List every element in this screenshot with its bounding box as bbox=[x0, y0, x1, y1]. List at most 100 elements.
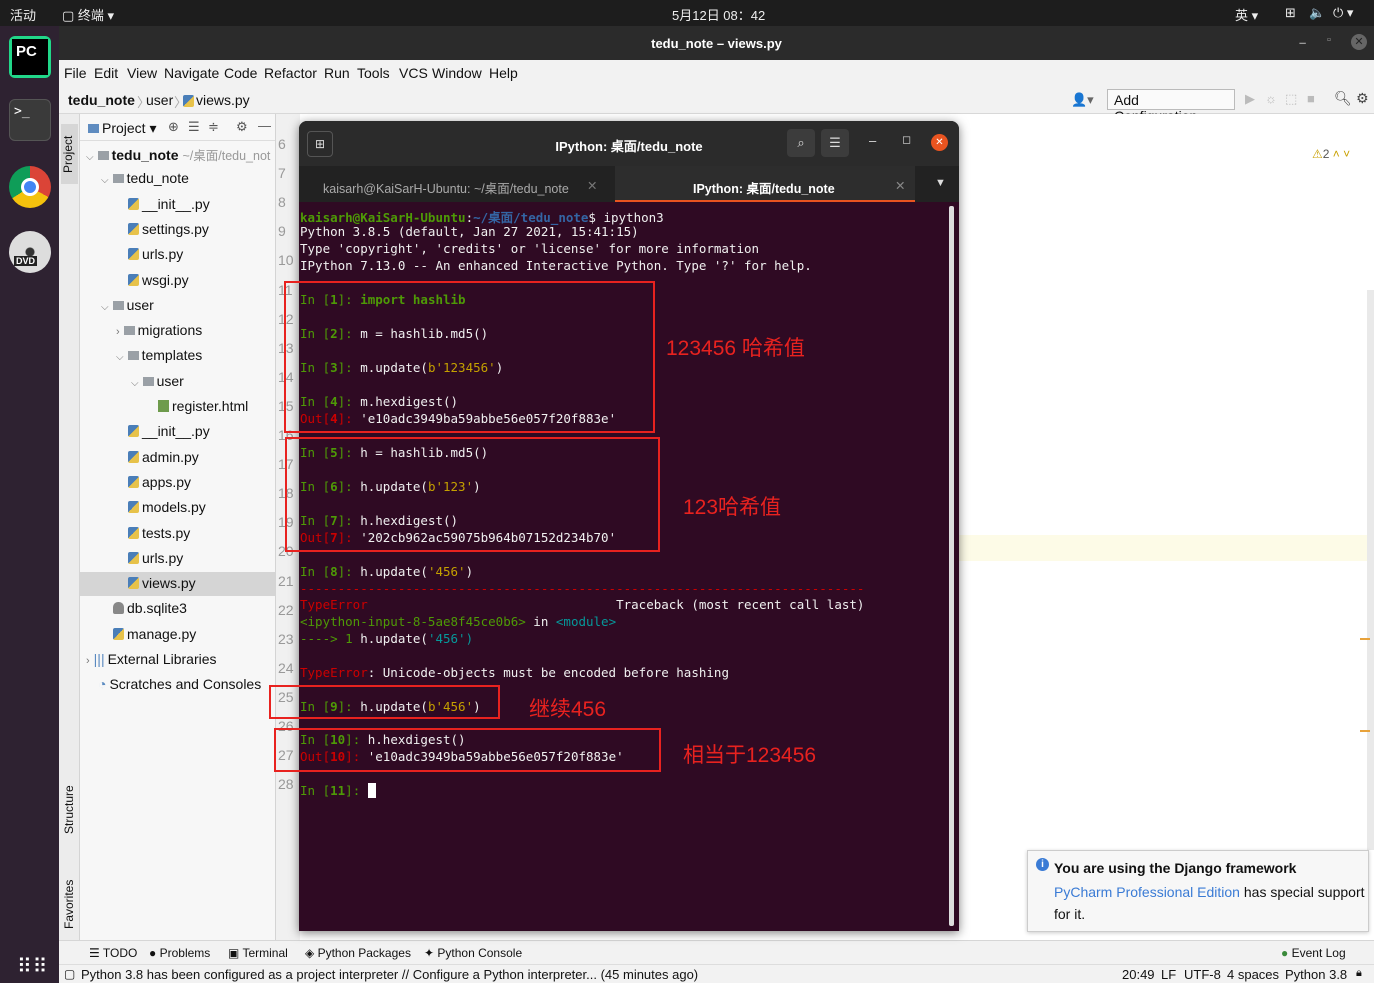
project-side-tab[interactable]: Project bbox=[61, 124, 78, 184]
coverage-icon[interactable]: ⬚ bbox=[1285, 91, 1297, 107]
tree-item[interactable]: settings.py bbox=[116, 221, 209, 237]
locate-icon[interactable]: ⊕ bbox=[168, 119, 179, 135]
show-apps-icon[interactable]: ⠿⠿ bbox=[17, 957, 48, 977]
problems-tab[interactable]: ● Problems bbox=[149, 946, 210, 960]
warning-indicator[interactable]: ⚠2 ˄ ˅ bbox=[1312, 147, 1350, 161]
minimize-button[interactable]: – bbox=[1299, 35, 1306, 50]
django-notification[interactable]: i You are using the Django framework PyC… bbox=[1027, 850, 1369, 932]
status-position[interactable]: 20:49 bbox=[1122, 967, 1155, 982]
add-configuration-button[interactable]: Add Configuration... bbox=[1107, 89, 1235, 124]
menu-file[interactable]: File bbox=[64, 65, 87, 81]
tree-item[interactable]: __init__.py bbox=[116, 423, 210, 439]
tree-item[interactable]: ◔ Scratches and Consoles bbox=[86, 676, 261, 692]
clock[interactable]: 5月12日 08：42 bbox=[672, 5, 765, 24]
status-interpreter[interactable]: Python 3.8 bbox=[1285, 967, 1347, 982]
dvd-icon[interactable]: DVD bbox=[9, 231, 51, 273]
tree-item[interactable]: register.html bbox=[146, 398, 248, 414]
tree-item[interactable]: urls.py bbox=[116, 246, 183, 262]
chevron-right-icon[interactable]: › bbox=[86, 655, 90, 667]
network-icon[interactable]: ⊞ bbox=[1285, 5, 1296, 21]
menu-refactor[interactable]: Refactor bbox=[264, 65, 317, 81]
python-console-tab[interactable]: ✦ Python Console bbox=[424, 946, 522, 960]
input-method[interactable]: 英 ▾ bbox=[1235, 5, 1258, 24]
menu-navigate[interactable]: Navigate bbox=[164, 65, 219, 81]
menu-code[interactable]: Code bbox=[224, 65, 257, 81]
python-packages-tab[interactable]: ◈ Python Packages bbox=[305, 946, 411, 960]
user-icon[interactable]: 👤▾ bbox=[1071, 92, 1094, 108]
tab-list-chevron-icon[interactable]: ▼ bbox=[935, 177, 946, 189]
chevron-down-icon[interactable]: ⌵ bbox=[131, 378, 139, 389]
terminal-minimize-button[interactable]: – bbox=[869, 133, 876, 148]
tree-item[interactable]: › ||| External Libraries bbox=[86, 651, 217, 667]
tree-item[interactable]: views.py bbox=[116, 575, 196, 591]
breadcrumb-project[interactable]: tedu_note bbox=[68, 92, 135, 108]
gear-icon[interactable]: ⚙ bbox=[236, 119, 248, 135]
tree-item[interactable]: ⌵ templates bbox=[116, 347, 202, 363]
power-icon[interactable]: ⏻ ▾ bbox=[1333, 5, 1353, 21]
tree-item[interactable]: __init__.py bbox=[116, 196, 210, 212]
status-icon[interactable]: ▢ bbox=[64, 967, 75, 981]
terminal-tab-ipython[interactable]: IPython: 桌面/tedu_note ✕ bbox=[615, 166, 915, 202]
terminal-scrollbar[interactable] bbox=[949, 206, 954, 926]
status-encoding[interactable]: UTF-8 bbox=[1184, 967, 1221, 982]
terminal-search-icon[interactable]: ⌕ bbox=[787, 129, 815, 157]
tree-item[interactable]: ⌵ tedu_note ~/桌面/tedu_not bbox=[86, 145, 270, 164]
chevron-down-icon[interactable]: ⌵ bbox=[101, 175, 109, 186]
collapse-all-icon[interactable]: ≑ bbox=[208, 119, 219, 135]
tree-item[interactable]: ⌵ user bbox=[101, 297, 154, 313]
status-indent[interactable]: 4 spaces bbox=[1227, 967, 1279, 982]
project-view-dropdown[interactable]: Project ▾ bbox=[88, 120, 157, 137]
volume-icon[interactable]: 🔈 bbox=[1309, 5, 1325, 21]
tree-item[interactable]: ⌵ user bbox=[131, 373, 184, 389]
tree-item[interactable]: apps.py bbox=[116, 474, 191, 490]
tree-item[interactable]: manage.py bbox=[101, 626, 196, 642]
debug-icon[interactable]: ☼ bbox=[1265, 91, 1277, 106]
terminal-tab[interactable]: ▣ Terminal bbox=[228, 946, 288, 960]
tree-item[interactable]: urls.py bbox=[116, 550, 183, 566]
search-icon[interactable]: 🔍︎ bbox=[1334, 90, 1352, 107]
professional-edition-link[interactable]: PyCharm Professional Edition bbox=[1054, 884, 1240, 900]
editor-scrollbar[interactable] bbox=[1367, 290, 1374, 850]
menu-vcs[interactable]: VCS bbox=[399, 65, 428, 81]
pycharm-icon[interactable]: PC bbox=[9, 36, 51, 78]
close-button[interactable]: ✕ bbox=[1351, 34, 1367, 50]
settings-icon[interactable]: ⚙ bbox=[1356, 90, 1369, 107]
tree-item[interactable]: models.py bbox=[116, 499, 206, 515]
menu-window[interactable]: Window bbox=[432, 65, 482, 81]
tab-close-icon[interactable]: ✕ bbox=[895, 178, 905, 193]
event-log-tab[interactable]: ● Event Log bbox=[1281, 946, 1346, 960]
terminal-icon[interactable]: >_ bbox=[9, 99, 51, 141]
tree-item[interactable]: wsgi.py bbox=[116, 272, 189, 288]
chevron-down-icon[interactable]: ⌵ bbox=[86, 152, 94, 163]
terminal-close-button[interactable]: ✕ bbox=[931, 134, 948, 151]
tab-close-icon[interactable]: ✕ bbox=[587, 178, 597, 193]
tree-item[interactable]: ⌵ tedu_note bbox=[101, 170, 189, 186]
terminal-maximize-button[interactable]: ◻ bbox=[902, 133, 911, 146]
expand-all-icon[interactable]: ☰ bbox=[188, 119, 200, 135]
run-icon[interactable]: ▶ bbox=[1245, 91, 1255, 107]
chevron-down-icon[interactable]: ⌵ bbox=[101, 302, 109, 313]
tree-item[interactable]: › migrations bbox=[116, 322, 202, 338]
menu-edit[interactable]: Edit bbox=[94, 65, 118, 81]
app-menu[interactable]: ▢ 终端 ▾ bbox=[62, 5, 114, 24]
menu-view[interactable]: View bbox=[127, 65, 157, 81]
terminal-tab-shell[interactable]: kaisarh@KaiSarH-Ubuntu: ~/桌面/tedu_note ✕ bbox=[299, 166, 615, 202]
tree-item[interactable]: db.sqlite3 bbox=[101, 600, 187, 616]
status-message[interactable]: Python 3.8 has been configured as a proj… bbox=[81, 967, 698, 982]
favorites-side-tab[interactable]: Favorites bbox=[62, 859, 76, 929]
todo-tab[interactable]: ☰ TODO bbox=[89, 946, 137, 960]
stop-icon[interactable]: ■ bbox=[1307, 91, 1315, 106]
status-line-separator[interactable]: LF bbox=[1161, 967, 1176, 982]
menu-help[interactable]: Help bbox=[489, 65, 518, 81]
breadcrumb-folder[interactable]: user bbox=[146, 92, 173, 108]
tree-item[interactable]: tests.py bbox=[116, 525, 190, 541]
chevron-down-icon[interactable]: ⌵ bbox=[116, 352, 124, 363]
hide-icon[interactable]: — bbox=[258, 118, 271, 133]
lock-icon[interactable]: 🔒︎ bbox=[1356, 967, 1362, 980]
breadcrumb-file[interactable]: views.py bbox=[196, 92, 250, 108]
terminal-menu-icon[interactable]: ☰ bbox=[821, 129, 849, 157]
structure-side-tab[interactable]: Structure bbox=[62, 764, 76, 834]
menu-run[interactable]: Run bbox=[324, 65, 350, 81]
chrome-icon[interactable] bbox=[9, 166, 51, 208]
chevron-right-icon[interactable]: › bbox=[116, 326, 120, 338]
